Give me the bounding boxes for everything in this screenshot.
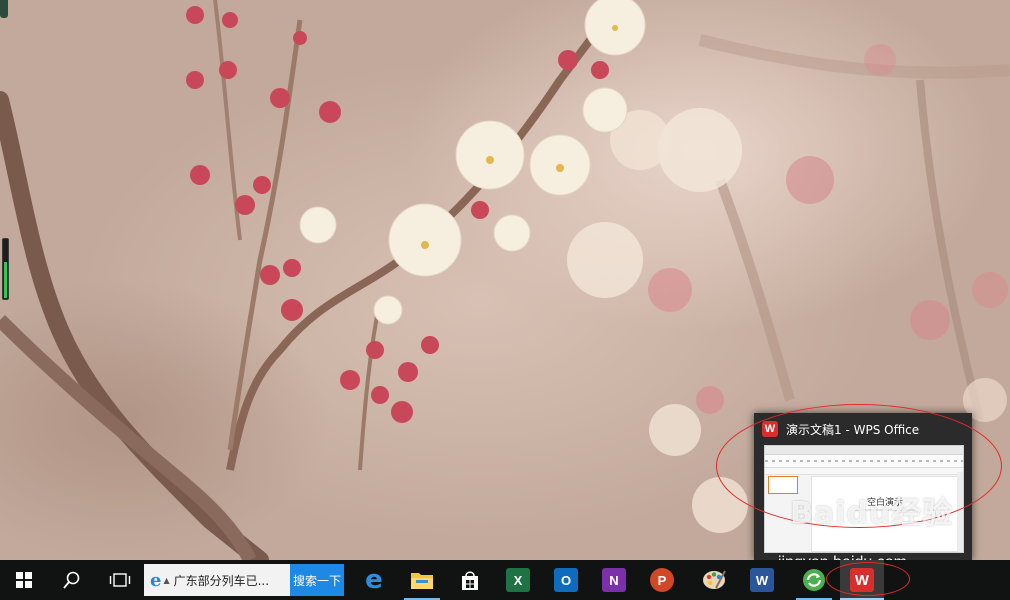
- taskbar-app-edge[interactable]: e: [352, 560, 396, 600]
- thumb-canvas-subtitle: [855, 509, 915, 511]
- excel-icon: X: [506, 568, 530, 592]
- thumb-ribbon: [765, 455, 963, 468]
- taskbar-app-outlook[interactable]: O: [544, 560, 588, 600]
- taskbar-app-paint[interactable]: [692, 560, 736, 600]
- task-view-icon: [109, 573, 131, 587]
- side-level-indicator: [2, 238, 9, 300]
- ie-icon: e: [150, 569, 162, 591]
- search-button[interactable]: [50, 560, 94, 600]
- edge-icon: e: [365, 565, 383, 595]
- folder-icon: [411, 573, 433, 589]
- dropdown-arrow-icon: ▲: [163, 575, 170, 585]
- news-search-box[interactable]: e ▲ 广东部分列车已...: [144, 564, 290, 596]
- powerpoint-icon: P: [650, 568, 674, 592]
- preview-window-title: 演示文稿1 - WPS Office: [786, 422, 920, 437]
- taskbar-app-wps-office[interactable]: W: [840, 560, 884, 600]
- thumb-canvas-text: 空白演示: [866, 498, 903, 508]
- taskbar-thumbnail-preview[interactable]: W 演示文稿1 - WPS Office 空白演示: [754, 413, 972, 560]
- thumb-slide-canvas: 空白演示: [811, 476, 959, 552]
- onenote-icon: N: [602, 568, 626, 592]
- thumb-slide-thumbnail: [768, 476, 798, 494]
- search-box-text: 广东部分列车已...: [173, 573, 270, 588]
- preview-window-thumbnail[interactable]: 空白演示: [764, 445, 964, 553]
- taskbar-app-word[interactable]: W: [740, 560, 784, 600]
- search-submit-button[interactable]: 搜索一下: [290, 564, 344, 596]
- windows-logo-icon: [16, 572, 32, 588]
- taskbar-app-file-explorer[interactable]: [400, 560, 444, 600]
- taskbar-app-onenote[interactable]: N: [592, 560, 636, 600]
- refresh-globe-icon: [803, 569, 825, 591]
- outlook-icon: O: [554, 568, 578, 592]
- taskbar-app-store[interactable]: [448, 560, 492, 600]
- taskbar-app-powerpoint[interactable]: P: [640, 560, 684, 600]
- taskbar-app-excel[interactable]: X: [496, 560, 540, 600]
- task-view-button[interactable]: [98, 560, 142, 600]
- thumb-scrollbar: [957, 472, 963, 552]
- wps-office-taskbar-icon: W: [850, 568, 874, 592]
- wps-office-icon: W: [762, 421, 778, 437]
- thumb-menubar: [765, 446, 963, 455]
- search-icon: [63, 571, 80, 589]
- taskbar: e ▲ 广东部分列车已... 搜索一下 e X O N P W W: [0, 560, 1010, 600]
- start-button[interactable]: [2, 560, 46, 600]
- corner-indicator: [0, 0, 8, 18]
- preview-header: W 演示文稿1 - WPS Office: [754, 413, 972, 445]
- paint-palette-icon: [703, 570, 726, 589]
- taskbar-app-green[interactable]: [792, 560, 836, 600]
- store-icon: [462, 571, 478, 590]
- thumb-ribbon-tabs: [765, 468, 963, 475]
- word-icon: W: [750, 568, 774, 592]
